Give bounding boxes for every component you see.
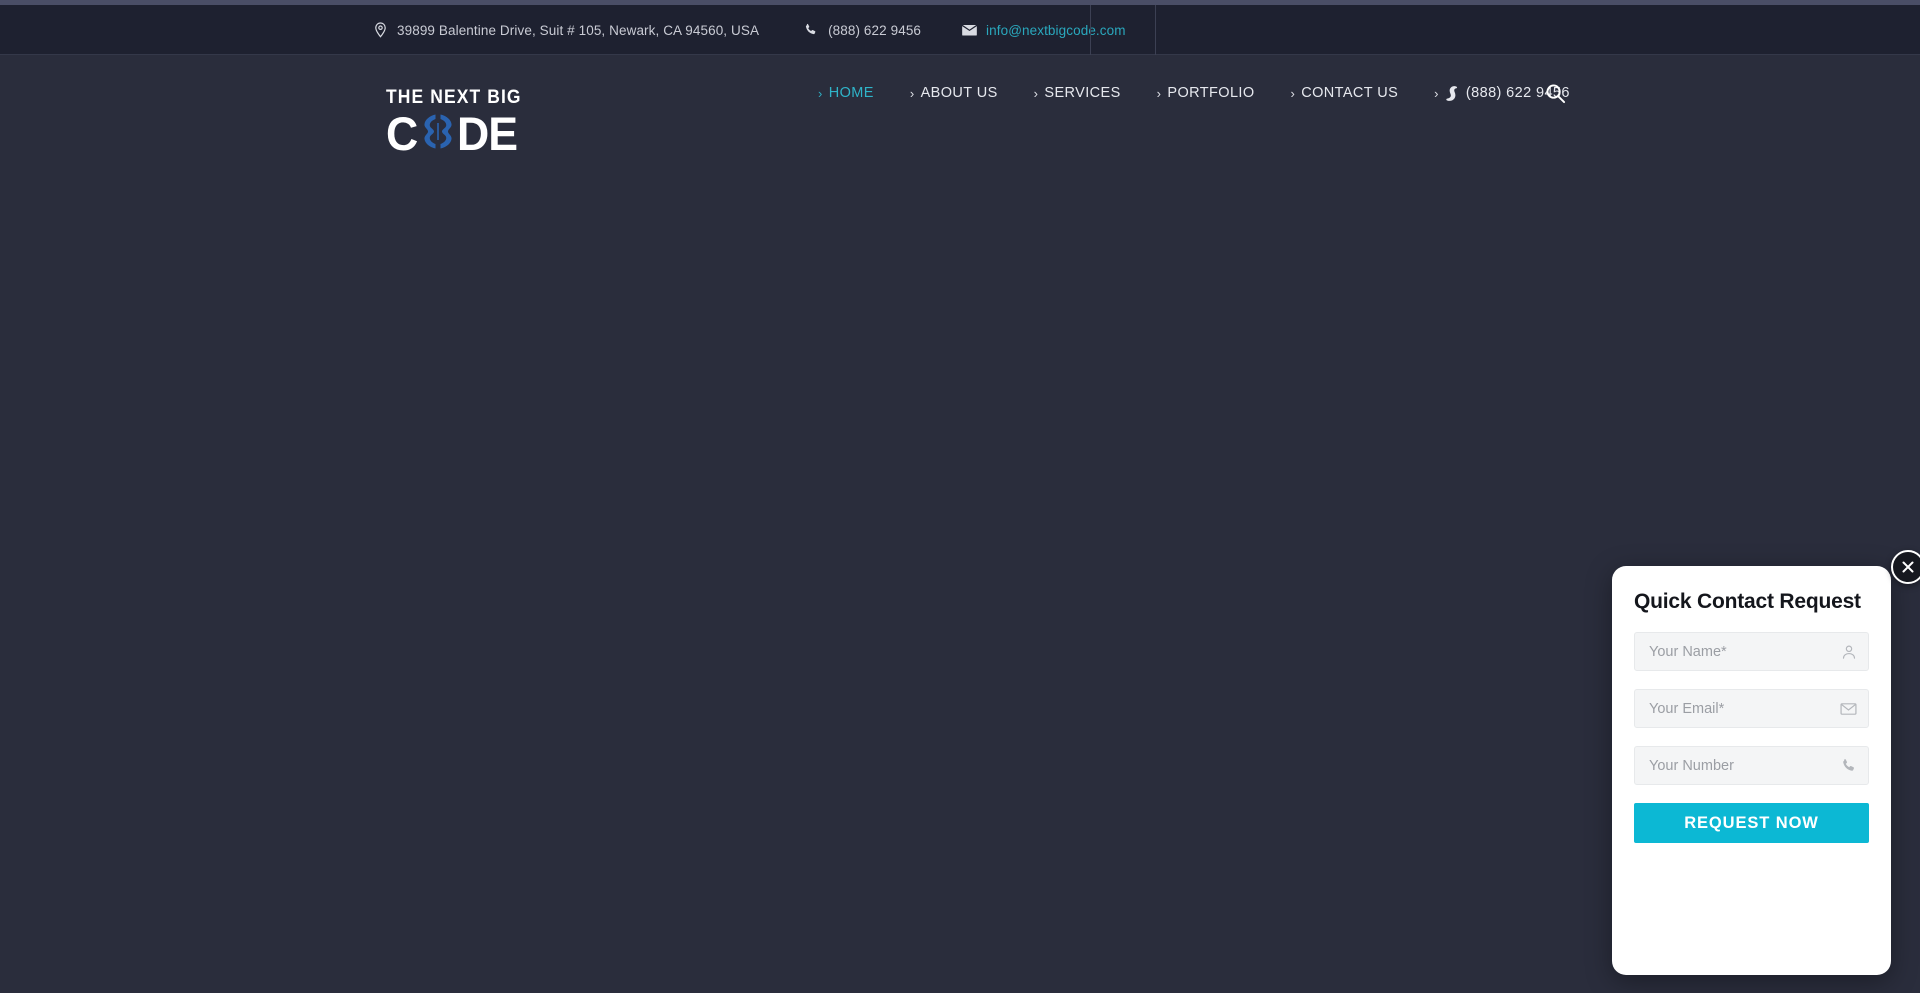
phone-info[interactable]: (888) 622 9456 (803, 22, 921, 38)
envelope-icon (961, 22, 977, 38)
popup-title: Quick Contact Request (1634, 590, 1861, 613)
quick-contact-popup: Quick Contact Request Your Name* Your Em… (1612, 566, 1891, 975)
topbar-divider-right (1155, 5, 1156, 55)
chevron-right-icon: › (909, 85, 915, 101)
email-info[interactable]: info@nextbigcode.com (961, 22, 1126, 38)
phone-icon (1445, 85, 1458, 101)
close-icon[interactable] (1891, 550, 1920, 584)
nav-item-home-label: HOME (828, 85, 874, 101)
email-text[interactable]: info@nextbigcode.com (986, 23, 1126, 38)
main-navigation: › HOME › ABOUT US › SERVICES › PORTFOLIO… (800, 56, 1588, 130)
phone-icon (803, 22, 819, 38)
address-text: 39899 Balentine Drive, Suit # 105, Newar… (397, 22, 760, 38)
email-input[interactable] (1635, 690, 1868, 727)
site-logo[interactable]: THE NEXT BIG C DE (386, 87, 522, 160)
phone-text: (888) 622 9456 (828, 22, 922, 38)
number-input[interactable] (1635, 747, 1868, 784)
logo-letter-c: C (386, 106, 418, 160)
nav-item-contact-us[interactable]: › CONTACT US (1273, 56, 1417, 130)
address-info: 39899 Balentine Drive, Suit # 105, Newar… (372, 22, 759, 38)
nav-item-services[interactable]: › SERVICES (1016, 56, 1139, 130)
nav-item-home[interactable]: › HOME (800, 56, 892, 130)
nav-item-portfolio[interactable]: › PORTFOLIO (1139, 56, 1273, 130)
chevron-right-icon: › (1434, 85, 1439, 101)
number-field-wrapper[interactable] (1634, 746, 1869, 785)
logo-letters-de: DE (456, 106, 518, 160)
code-brackets-o-icon (420, 113, 456, 154)
quick-contact-form: REQUEST NOW (1634, 632, 1869, 843)
nav-item-services-label: SERVICES (1044, 85, 1121, 101)
request-now-button[interactable]: REQUEST NOW (1634, 803, 1869, 843)
logo-tagline: THE NEXT BIG (386, 87, 522, 108)
top-info-bar: 39899 Balentine Drive, Suit # 105, Newar… (0, 5, 1920, 55)
map-pin-icon (372, 22, 388, 38)
top-info-bar-inner: 39899 Balentine Drive, Suit # 105, Newar… (0, 5, 1126, 55)
email-field-wrapper[interactable] (1634, 689, 1869, 728)
name-input[interactable] (1635, 633, 1868, 670)
chevron-right-icon: › (818, 85, 823, 101)
chevron-right-icon: › (1033, 85, 1039, 101)
nav-item-contact-us-label: CONTACT US (1301, 85, 1399, 101)
name-field-wrapper[interactable] (1634, 632, 1869, 671)
logo-wordmark: C DE (386, 106, 518, 160)
nav-item-about-us[interactable]: › ABOUT US (892, 56, 1016, 130)
nav-item-portfolio-label: PORTFOLIO (1167, 85, 1255, 101)
chevron-right-icon: › (1290, 85, 1296, 101)
chevron-right-icon: › (1156, 85, 1162, 101)
nav-item-about-us-label: ABOUT US (920, 85, 998, 101)
search-icon[interactable] (1535, 56, 1575, 130)
topbar-divider-left (1090, 5, 1091, 55)
